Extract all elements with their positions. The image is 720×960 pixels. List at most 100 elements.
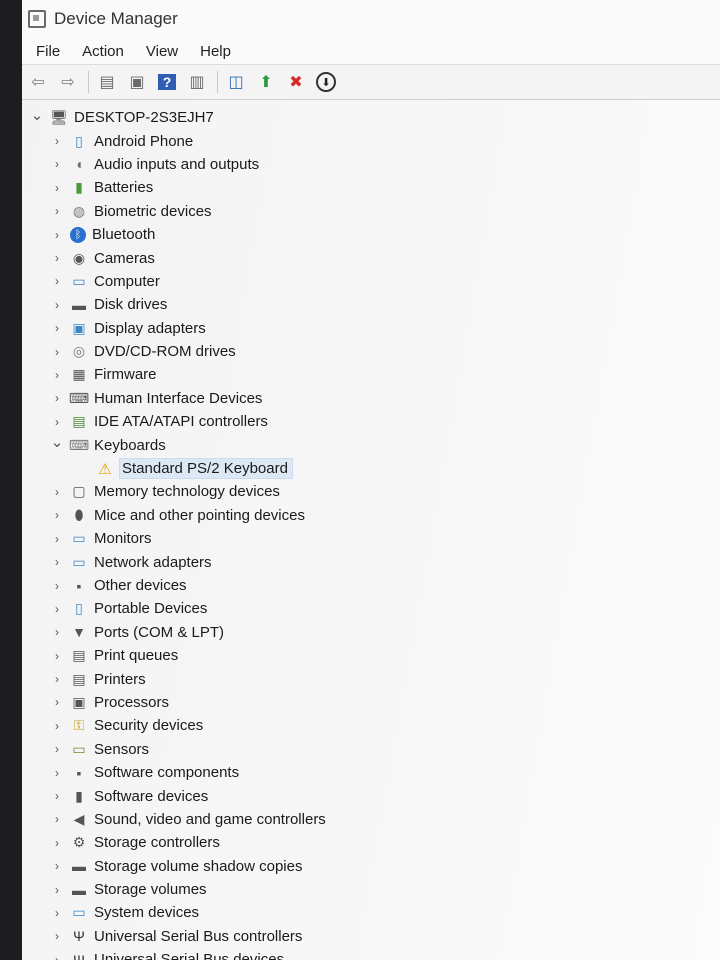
device-category[interactable]: › ▮ Software devices (30, 784, 720, 807)
expand-chevron-icon[interactable]: › (50, 508, 64, 522)
device-category[interactable]: › ⌨ Human Interface Devices (30, 387, 720, 410)
device-category[interactable]: › ▭ Network adapters (30, 550, 720, 573)
uninstall-button[interactable]: ✖ (284, 70, 308, 94)
network-icon: ▭ (72, 553, 86, 570)
device-category[interactable]: › ⬮ Mice and other pointing devices (30, 504, 720, 527)
expand-chevron-icon[interactable]: › (50, 274, 64, 288)
menu-action[interactable]: Action (82, 43, 124, 60)
computer-icon: 🖥 (50, 109, 68, 126)
device-category[interactable]: › ▬ Storage volume shadow copies (30, 855, 720, 878)
device-category[interactable]: › ◍ Biometric devices (30, 200, 720, 223)
expand-chevron-icon[interactable]: › (50, 251, 64, 265)
expand-chevron-icon[interactable]: › (50, 321, 64, 335)
expand-chevron-icon[interactable]: › (50, 649, 64, 663)
device-category[interactable]: › ⚿ Security devices (30, 714, 720, 737)
expand-chevron-icon[interactable]: › (50, 766, 64, 780)
menu-file[interactable]: File (36, 43, 60, 60)
expand-chevron-icon[interactable]: › (50, 695, 64, 709)
action-pane-button[interactable]: ▥ (185, 70, 209, 94)
device-category[interactable]: › ▣ Display adapters (30, 317, 720, 340)
device-category[interactable]: › ▦ Firmware (30, 363, 720, 386)
category-label: Computer (94, 272, 160, 290)
device-category[interactable]: › ▣ Processors (30, 691, 720, 714)
expand-chevron-icon[interactable]: › (50, 906, 64, 920)
expand-chevron-icon[interactable]: › (50, 883, 64, 897)
category-label: Storage controllers (94, 834, 220, 852)
help-button[interactable]: ? (155, 70, 179, 94)
device-category[interactable]: › ▯ Android Phone (30, 129, 720, 152)
expand-chevron-icon[interactable]: › (50, 953, 64, 960)
device-category[interactable]: › ◖ Audio inputs and outputs (30, 153, 720, 176)
install-icon: ⬇ (316, 72, 336, 92)
device-category[interactable]: › ▯ Portable Devices (30, 597, 720, 620)
device-category[interactable]: › ▭ Sensors (30, 738, 720, 761)
expand-chevron-icon[interactable]: › (50, 485, 64, 499)
device-category[interactable]: › ▭ Computer (30, 270, 720, 293)
expand-chevron-icon[interactable]: › (50, 345, 64, 359)
device-category[interactable]: › ▬ Disk drives (30, 293, 720, 316)
expand-chevron-icon[interactable]: › (50, 204, 64, 218)
device-category[interactable]: › Ψ Universal Serial Bus controllers (30, 925, 720, 948)
device-category[interactable]: › ▤ Print queues (30, 644, 720, 667)
help-icon: ? (157, 74, 177, 90)
device-category[interactable]: › ▭ Monitors (30, 527, 720, 550)
expand-chevron-icon[interactable]: › (50, 555, 64, 569)
collapse-chevron-icon[interactable]: ⌄ (50, 433, 64, 451)
expand-chevron-icon[interactable]: › (50, 532, 64, 546)
expand-chevron-icon[interactable]: › (50, 929, 64, 943)
show-hide-icon: ▣ (129, 74, 145, 91)
device-category[interactable]: › ▪ Other devices (30, 574, 720, 597)
back-arrow-button[interactable]: ⇦ (26, 70, 50, 94)
expand-chevron-icon[interactable]: › (50, 228, 64, 242)
tree-root-node[interactable]: ⌄ 🖥 DESKTOP-2S3EJH7 (30, 106, 720, 129)
expand-chevron-icon[interactable]: › (50, 719, 64, 733)
device-category[interactable]: › ◀ Sound, video and game controllers (30, 808, 720, 831)
forward-arrow-button[interactable]: ⇨ (56, 70, 80, 94)
expand-chevron-icon[interactable]: › (50, 859, 64, 873)
properties-pane-icon: ▤ (99, 74, 115, 91)
expand-chevron-icon[interactable]: › (50, 134, 64, 148)
expand-chevron-icon[interactable]: › (50, 157, 64, 171)
device-category[interactable]: › ▬ Storage volumes (30, 878, 720, 901)
computer-name: DESKTOP-2S3EJH7 (74, 109, 214, 127)
device-category[interactable]: › ▮ Batteries (30, 176, 720, 199)
expand-chevron-icon[interactable]: › (50, 742, 64, 756)
expand-chevron-icon[interactable]: › (50, 579, 64, 593)
expand-chevron-icon[interactable]: › (50, 415, 64, 429)
collapse-chevron-icon[interactable]: ⌄ (30, 106, 44, 124)
properties-pane-button[interactable]: ▤ (95, 70, 119, 94)
device-category[interactable]: › ▼ Ports (COM & LPT) (30, 621, 720, 644)
expand-chevron-icon[interactable]: › (50, 602, 64, 616)
device-category[interactable]: › ▤ IDE ATA/ATAPI controllers (30, 410, 720, 433)
install-button[interactable]: ⬇ (314, 70, 338, 94)
show-hide-button[interactable]: ▣ (125, 70, 149, 94)
device-category[interactable]: › ▢ Memory technology devices (30, 480, 720, 503)
device-tree[interactable]: ⌄ 🖥 DESKTOP-2S3EJH7 › ▯ Android Phone › ◖ Audio … (30, 106, 720, 960)
expand-chevron-icon[interactable]: › (50, 391, 64, 405)
device-category[interactable]: › ◉ Cameras (30, 246, 720, 269)
device-manager-window: Device Manager File Action View Help ⇦ ⇨ ▤… (22, 0, 720, 960)
device-category[interactable]: › ▪ Software components (30, 761, 720, 784)
expand-chevron-icon[interactable]: › (50, 789, 64, 803)
expand-chevron-icon[interactable]: › (50, 298, 64, 312)
fingerprint-icon: ◍ (72, 202, 86, 219)
device-category[interactable]: › ◎ DVD/CD-ROM drives (30, 340, 720, 363)
device-item[interactable]: ⚠ Standard PS/2 Keyboard (30, 457, 720, 480)
expand-chevron-icon[interactable]: › (50, 836, 64, 850)
device-category[interactable]: ⌄ ⌨ Keyboards (30, 433, 720, 456)
device-category[interactable]: › ⚙ Storage controllers (30, 831, 720, 854)
menu-help[interactable]: Help (200, 43, 231, 60)
update-driver-button[interactable]: ⬆ (254, 70, 278, 94)
device-category[interactable]: › ᛒ Bluetooth (30, 223, 720, 246)
expand-chevron-icon[interactable]: › (50, 368, 64, 382)
expand-chevron-icon[interactable]: › (50, 625, 64, 639)
menu-view[interactable]: View (146, 43, 178, 60)
device-category[interactable]: › Ψ Universal Serial Bus devices (30, 948, 720, 960)
expand-chevron-icon[interactable]: › (50, 672, 64, 686)
device-category[interactable]: › ▭ System devices (30, 901, 720, 924)
expand-chevron-icon[interactable]: › (50, 812, 64, 826)
scan-hardware-button[interactable]: ◫ (224, 70, 248, 94)
category-label: Network adapters (94, 553, 212, 571)
expand-chevron-icon[interactable]: › (50, 181, 64, 195)
device-category[interactable]: › ▤ Printers (30, 667, 720, 690)
